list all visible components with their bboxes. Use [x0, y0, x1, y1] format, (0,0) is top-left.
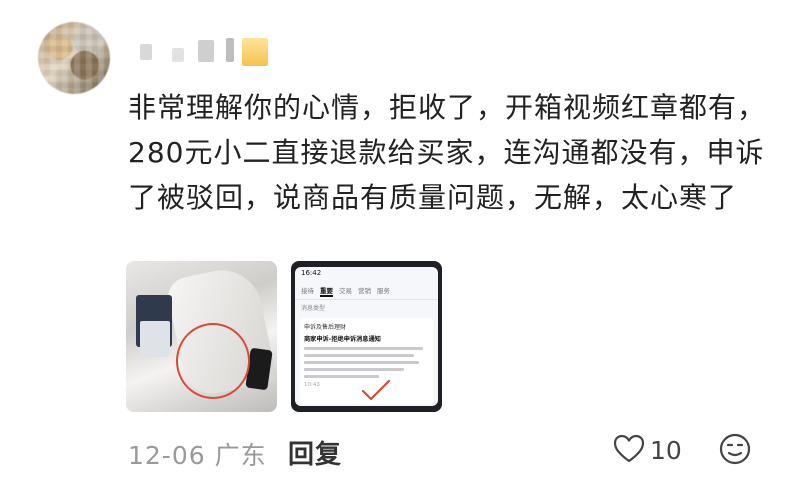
emoji-face-icon[interactable] [718, 432, 752, 466]
reply-button[interactable]: 回复 [288, 434, 342, 471]
heart-outline-icon[interactable] [612, 432, 646, 466]
blurred-name-part [226, 38, 234, 62]
blurred-text-line [304, 368, 404, 371]
blurred-text-line [304, 354, 414, 357]
preview-tab: 营销 [358, 287, 371, 295]
blurred-name-part [140, 44, 152, 60]
blurred-text-line [304, 375, 379, 378]
blurred-name-part [198, 40, 214, 62]
phone-screen: 16:42 接待 重要 交易 营销 服务 消息类型 申诉及售后理财 商家申诉-拒… [295, 267, 438, 406]
preview-tab: 服务 [377, 287, 390, 295]
red-circle-annotation [176, 323, 250, 399]
date-text: 12-06 [128, 441, 206, 470]
avatar[interactable] [38, 22, 110, 94]
comment-date: 12-06 广东 [128, 436, 267, 472]
comment-text: 非常理解你的心情，拒收了，开箱视频红章都有， 280元小二直接退款给买家，连沟通… [128, 91, 767, 214]
user-badge [242, 38, 268, 66]
status-time: 16:42 [301, 269, 322, 277]
blurred-text-line [304, 361, 419, 364]
red-checkmark-icon [361, 379, 391, 401]
like-count: 10 [650, 436, 682, 465]
comment-photo-jacket[interactable] [126, 261, 277, 412]
blurred-text-line [304, 347, 423, 350]
preview-tab: 接待 [301, 287, 314, 295]
preview-tab: 交易 [339, 287, 352, 295]
comment-photo-screenshot[interactable]: 16:42 接待 重要 交易 营销 服务 消息类型 申诉及售后理财 商家申诉-拒… [291, 261, 442, 412]
preview-tabs: 接待 重要 交易 营销 服务 [295, 281, 438, 300]
comment-footer: 12-06 广东 回复 10 [128, 430, 768, 470]
card-heading: 商家申诉-拒绝申诉消息通知 [304, 336, 381, 343]
blurred-name-part [172, 48, 184, 62]
preview-tab-active: 重要 [320, 287, 333, 297]
preview-subheader: 消息类型 [301, 305, 326, 312]
card-title: 申诉及售后理财 [304, 324, 347, 331]
product-label [140, 321, 170, 357]
location-text: 广东 [214, 441, 267, 470]
